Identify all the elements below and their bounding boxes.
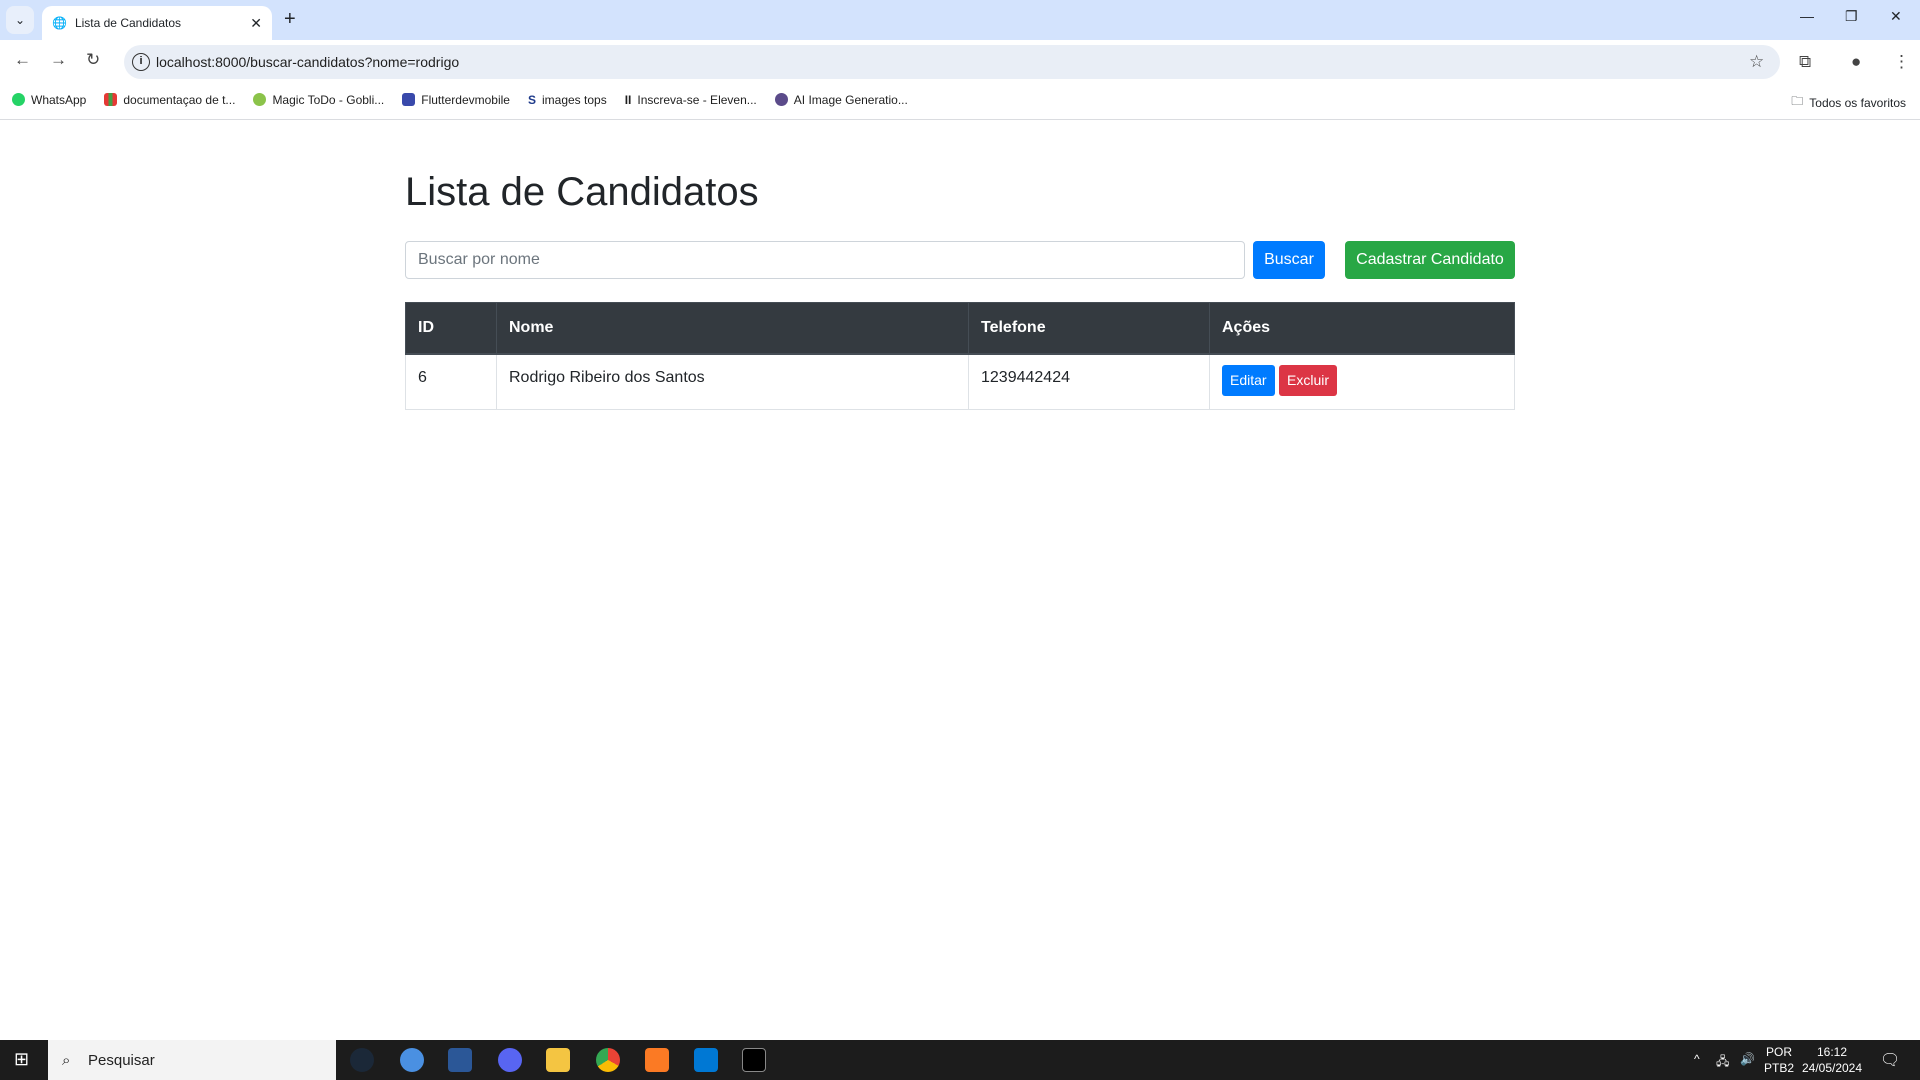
header-nome: Nome [496,302,969,355]
notifications-icon[interactable]: 🗨 [1880,1050,1900,1070]
all-bookmarks-button[interactable]: 🗀 Todos os favoritos [1791,92,1906,113]
tab-search-button[interactable]: ⌄ [6,6,34,34]
search-button[interactable]: Buscar [1253,241,1325,279]
page-title: Lista de Candidatos [405,170,759,214]
address-bar[interactable]: i localhost:8000/buscar-candidatos?nome=… [124,45,1780,79]
file-explorer-icon[interactable] [546,1048,570,1072]
globe-icon: 🌐 [52,16,67,30]
clock[interactable]: 16:12 24/05/2024 [1800,1044,1864,1076]
url-text: localhost:8000/buscar-candidatos?nome=ro… [156,54,460,70]
minimize-button[interactable]: — [1800,8,1814,24]
add-candidate-button[interactable]: Cadastrar Candidato [1345,241,1515,279]
store-icon[interactable] [448,1048,472,1072]
bookmark-docs[interactable]: documentaçao de t... [104,93,235,107]
cell-id: 6 [405,353,497,410]
extensions-icon[interactable]: ⧉ [1799,52,1811,72]
elevenlabs-icon: II [624,92,632,107]
edit-button[interactable]: Editar [1222,364,1275,396]
bookmark-elevenlabs[interactable]: II Inscreva-se - Eleven... [625,93,757,107]
profile-avatar[interactable]: ● [1851,52,1861,72]
tab-title: Lista de Candidatos [74,16,182,30]
tab-strip: ⌄ 🌐 Lista de Candidatos ✕ + — ❐ ✕ [0,0,1920,40]
lang1: POR [1766,1045,1793,1059]
whatsapp-icon [12,93,25,106]
bookmark-label: WhatsApp [31,92,87,107]
taskbar: ⊞ ⌕ Pesquisar ^ 🖧 🔊 POR PTB2 16:12 24/05/20… [0,1040,1920,1080]
cell-telefone: 1239442424 [968,353,1210,410]
flutter-icon [402,93,416,106]
goblin-icon [253,93,267,106]
bookmark-label: Inscreva-se - Eleven... [637,92,757,107]
xampp-icon[interactable] [645,1048,669,1072]
ai-image-icon [774,93,788,106]
cell-acoes: Editar Excluir [1209,353,1515,410]
bookmark-label: Magic ToDo - Gobli... [272,92,385,107]
header-id: ID [405,302,497,355]
bookmarks-bar: WhatsApp documentaçao de t... Magic ToDo… [0,80,1920,120]
bookmark-magic-todo[interactable]: Magic ToDo - Gobli... [253,93,384,107]
time: 16:12 [1816,1045,1848,1059]
network-icon[interactable]: 🖧 [1716,1052,1729,1073]
header-telefone: Telefone [968,302,1210,355]
search-input[interactable] [405,241,1245,279]
show-hidden-icons[interactable]: ^ [1694,1052,1700,1066]
active-tab[interactable]: 🌐 Lista de Candidatos ✕ [42,6,272,40]
bookmark-ai-image[interactable]: AI Image Generatio... [774,92,908,107]
taskbar-search-label: Pesquisar [88,1051,155,1069]
bookmark-label: AI Image Generatio... [793,92,908,107]
lang2: PTB2 [1764,1061,1795,1075]
back-icon[interactable]: ← [14,50,31,70]
windows-start-icon[interactable]: ⊞ [14,1049,29,1070]
taskbar-search[interactable]: ⌕ Pesquisar [48,1040,336,1080]
volume-icon[interactable]: 🔊 [1740,1052,1755,1066]
site-info-icon[interactable]: i [132,53,150,71]
close-window-button[interactable]: ✕ [1890,8,1902,25]
header-acoes: Ações [1209,302,1515,355]
bookmark-star-icon[interactable]: ☆ [1749,52,1764,72]
search-icon: ⌕ [62,1051,71,1069]
bookmark-images-tops[interactable]: Simages tops [528,93,607,107]
steam-icon[interactable] [350,1048,374,1072]
bookmark-label: documentaçao de t... [123,92,236,107]
forward-icon[interactable]: → [50,50,67,70]
date: 24/05/2024 [1801,1061,1863,1075]
bookmark-flutterdevmobile[interactable]: Flutterdevmobile [402,93,510,107]
close-tab-icon[interactable]: ✕ [250,15,262,32]
folder-icon: 🗀 [1791,94,1804,108]
new-tab-button[interactable]: + [284,8,296,31]
language-indicator[interactable]: POR PTB2 [1764,1044,1794,1076]
chrome-icon[interactable] [596,1048,620,1072]
menu-icon[interactable]: ⋮ [1893,52,1910,72]
bookmark-label: Flutterdevmobile [421,92,510,107]
restore-button[interactable]: ❐ [1845,8,1858,25]
bookmark-whatsapp[interactable]: WhatsApp [12,93,86,107]
candidates-table: ID Nome Telefone Ações 6 Rodrigo Ribeiro… [405,302,1515,410]
app-icon[interactable] [400,1048,424,1072]
discord-icon[interactable] [498,1048,522,1072]
all-bookmarks-label: Todos os favoritos [1809,95,1906,110]
bookmark-label: images tops [542,92,607,107]
delete-button[interactable]: Excluir [1279,364,1338,396]
reload-icon[interactable]: ↻ [86,50,100,70]
docs-icon [104,93,118,106]
terminal-icon[interactable] [742,1048,766,1072]
cell-nome: Rodrigo Ribeiro dos Santos [496,353,969,410]
s-icon: S [527,92,536,107]
table-row: 6 Rodrigo Ribeiro dos Santos 1239442424 … [405,353,1515,410]
vscode-icon[interactable] [694,1048,718,1072]
